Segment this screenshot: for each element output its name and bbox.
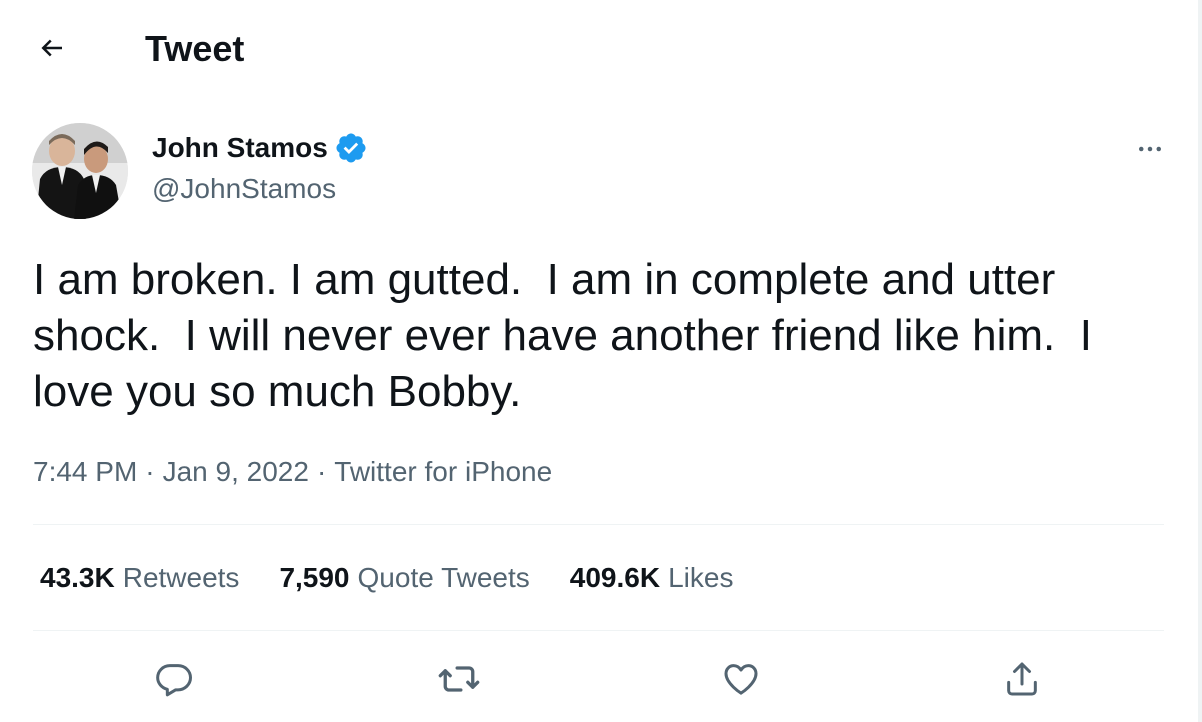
avatar-photo bbox=[32, 123, 128, 219]
share-icon bbox=[1002, 659, 1042, 704]
retweet-button[interactable] bbox=[431, 653, 487, 709]
like-icon bbox=[721, 659, 761, 704]
retweets-label: Retweets bbox=[122, 562, 240, 593]
divider bbox=[33, 524, 1164, 525]
like-button[interactable] bbox=[713, 653, 769, 709]
header: Tweet bbox=[0, 0, 1198, 100]
meta-separator: · bbox=[145, 456, 155, 487]
retweet-icon bbox=[437, 657, 481, 706]
tweet-text: I am broken. I am gutted. I am in comple… bbox=[33, 255, 1105, 416]
retweets-count: 43.3K bbox=[40, 562, 115, 593]
likes-label: Likes bbox=[668, 562, 734, 593]
avatar[interactable] bbox=[32, 123, 128, 219]
reply-icon bbox=[154, 659, 194, 704]
reply-button[interactable] bbox=[146, 653, 202, 709]
user-handle[interactable]: @JohnStamos bbox=[152, 171, 336, 207]
tweet-source-link[interactable]: Twitter for iPhone bbox=[334, 452, 552, 492]
tweet-date-link[interactable]: Jan 9, 2022 bbox=[163, 452, 309, 492]
more-options-button[interactable] bbox=[1128, 129, 1172, 173]
share-button[interactable] bbox=[994, 653, 1050, 709]
meta-separator: · bbox=[316, 456, 327, 487]
scrollbar-track bbox=[1198, 0, 1202, 722]
verified-badge-icon bbox=[334, 131, 368, 165]
likes-stat[interactable]: 409.6K Likes bbox=[570, 558, 734, 598]
quote-tweets-count: 7,590 bbox=[279, 562, 350, 593]
tweet-time-link[interactable]: 7:44 PM bbox=[33, 452, 137, 492]
quote-tweets-label: Quote Tweets bbox=[357, 562, 530, 593]
back-button[interactable] bbox=[30, 28, 74, 72]
arrow-left-icon bbox=[37, 33, 67, 68]
more-horizontal-icon bbox=[1135, 134, 1165, 169]
tweet-actions bbox=[0, 645, 1198, 715]
tweet-meta: 7:44 PM · Jan 9, 2022 · Twitter for iPho… bbox=[33, 452, 552, 492]
quote-tweets-stat[interactable]: 7,590 Quote Tweets bbox=[279, 558, 529, 598]
tweet-page: Tweet John Stamos @JohnStamos I am broke… bbox=[0, 0, 1202, 722]
tweet-stats: 43.3K Retweets 7,590 Quote Tweets 409.6K… bbox=[40, 558, 773, 598]
retweets-stat[interactable]: 43.3K Retweets bbox=[40, 558, 239, 598]
page-title: Tweet bbox=[145, 28, 245, 69]
divider bbox=[33, 630, 1164, 631]
display-name[interactable]: John Stamos bbox=[152, 130, 328, 166]
name-row: John Stamos bbox=[152, 130, 368, 166]
tweet-author: John Stamos @JohnStamos bbox=[32, 123, 1172, 223]
likes-count: 409.6K bbox=[569, 562, 661, 593]
